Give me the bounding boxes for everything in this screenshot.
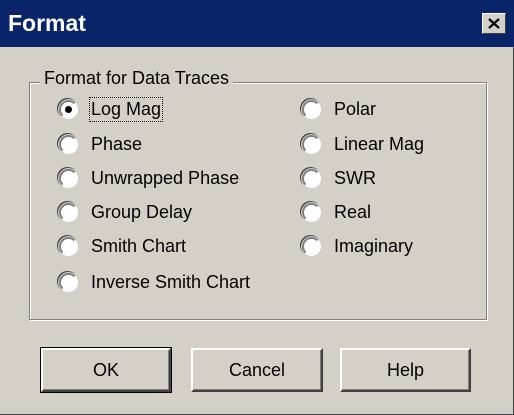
radio-real[interactable]: Real xyxy=(302,198,371,226)
radio-button-icon xyxy=(302,168,321,188)
radio-button-icon xyxy=(59,99,78,119)
radio-button-icon xyxy=(59,272,78,292)
radio-log-mag[interactable]: Log Mag xyxy=(59,95,164,123)
close-button[interactable] xyxy=(482,13,506,34)
radio-button-icon xyxy=(59,236,78,256)
help-button[interactable]: Help xyxy=(340,348,471,392)
radio-swr[interactable]: SWR xyxy=(302,164,376,192)
radio-label: Log Mag xyxy=(88,96,164,122)
radio-imaginary[interactable]: Imaginary xyxy=(302,232,413,260)
radio-label: Real xyxy=(334,201,372,222)
radio-smith-chart[interactable]: Smith Chart xyxy=(59,232,186,260)
radio-button-icon xyxy=(302,99,321,119)
radio-unwrapped-phase[interactable]: Unwrapped Phase xyxy=(59,164,239,192)
cancel-button[interactable]: Cancel xyxy=(191,348,323,392)
radio-label: Inverse Smith Chart xyxy=(91,271,251,292)
radio-inverse-smith-chart[interactable]: Inverse Smith Chart xyxy=(59,268,250,296)
radio-label: Polar xyxy=(334,98,377,119)
radio-button-icon xyxy=(59,202,78,222)
format-dialog: Format Format for Data Traces Log Mag Ph… xyxy=(0,0,514,415)
radio-label: SWR xyxy=(334,167,376,188)
radio-phase[interactable]: Phase xyxy=(59,130,142,158)
radio-button-icon xyxy=(59,134,78,154)
groupbox-legend: Format for Data Traces xyxy=(40,68,234,89)
title-bar[interactable]: Format xyxy=(0,0,514,47)
radio-group-delay[interactable]: Group Delay xyxy=(59,198,192,226)
radio-polar[interactable]: Polar xyxy=(302,95,376,123)
radio-linear-mag[interactable]: Linear Mag xyxy=(302,130,424,158)
ok-button[interactable]: OK xyxy=(40,347,172,393)
radio-selected-dot-icon xyxy=(65,105,72,113)
radio-label: Linear Mag xyxy=(334,133,425,154)
dialog-title: Format xyxy=(8,10,86,36)
radio-button-icon xyxy=(59,168,78,188)
radio-label: Smith Chart xyxy=(91,235,187,256)
radio-button-icon xyxy=(302,134,321,154)
radio-label: Unwrapped Phase xyxy=(91,167,240,188)
radio-button-icon xyxy=(302,202,321,222)
radio-button-icon xyxy=(302,236,321,256)
radio-label: Imaginary xyxy=(334,235,414,256)
close-x-icon xyxy=(488,18,500,29)
radio-label: Group Delay xyxy=(91,201,193,222)
radio-label: Phase xyxy=(91,133,143,154)
